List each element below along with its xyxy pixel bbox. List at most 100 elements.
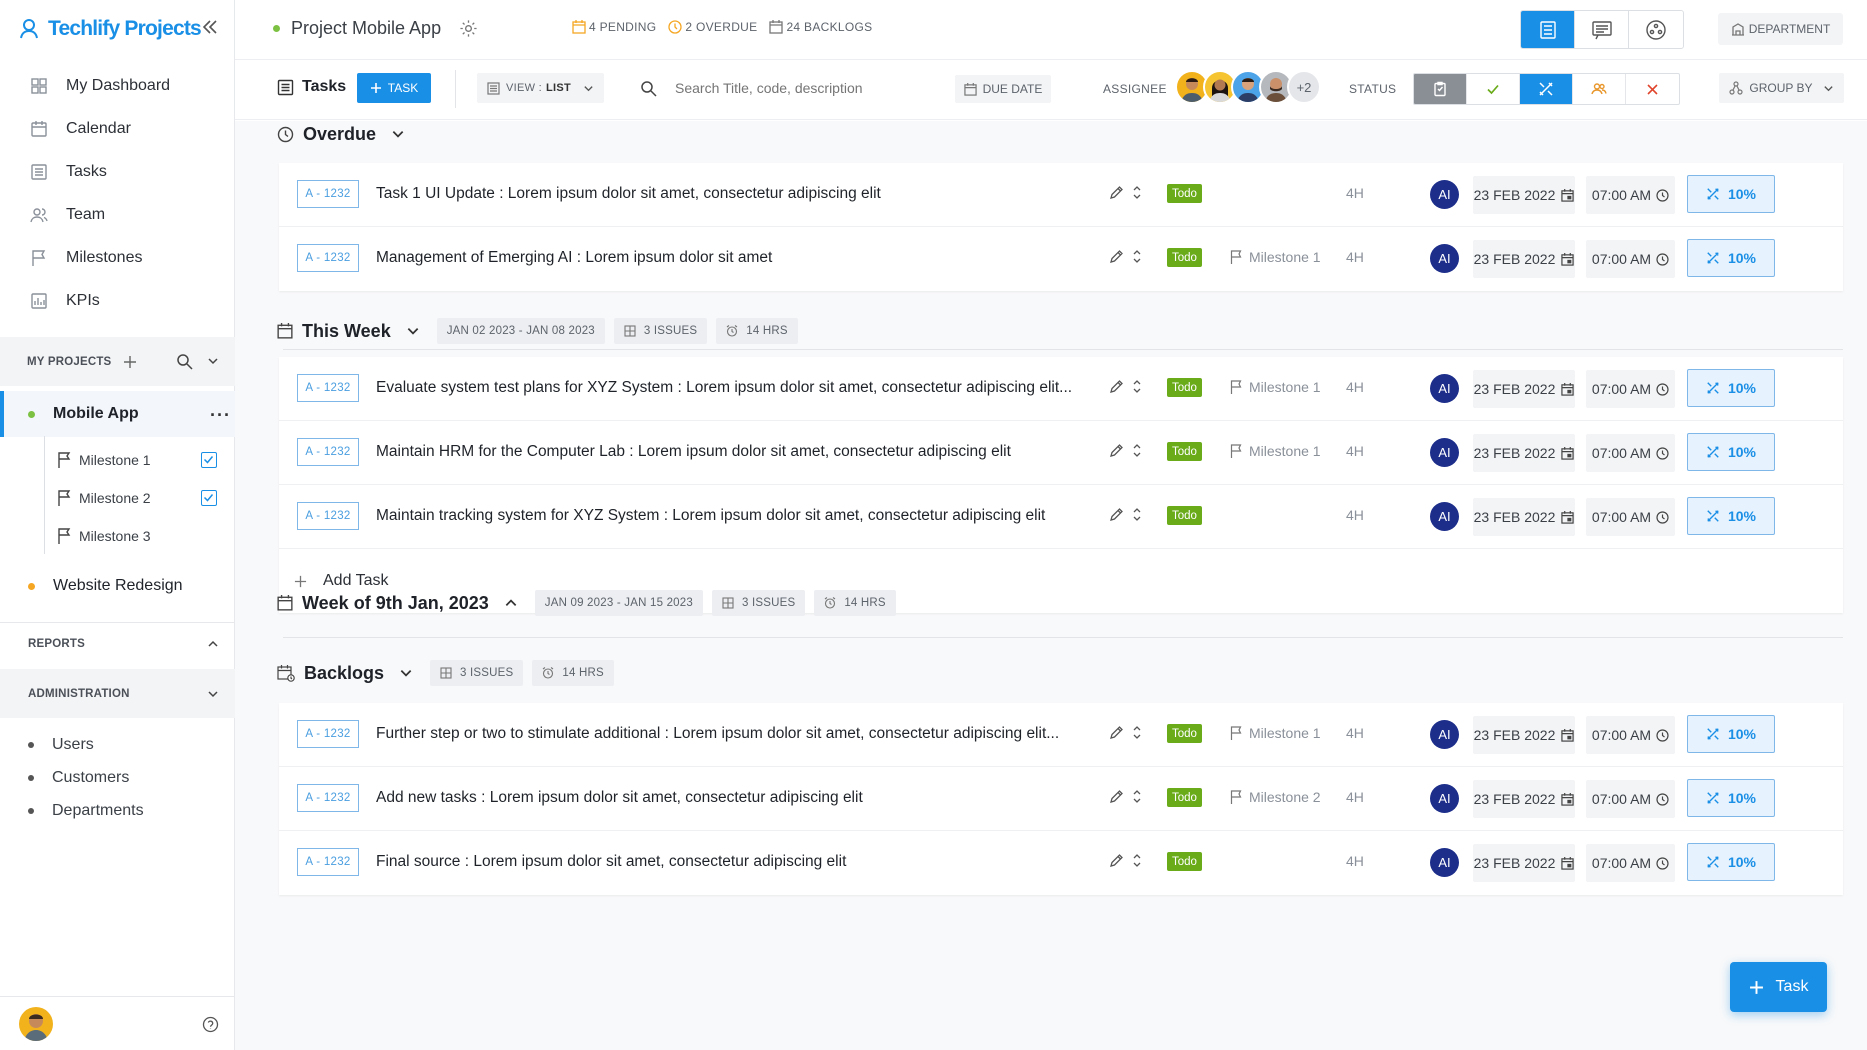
due-time-field[interactable]: 07:00 AM <box>1586 844 1675 882</box>
task-code[interactable]: A - 1232 <box>297 374 359 402</box>
nav-item-dashboard[interactable]: My Dashboard <box>0 64 235 107</box>
sort-arrows-icon[interactable] <box>1132 379 1142 394</box>
task-title[interactable]: Task 1 UI Update : Lorem ipsum dolor sit… <box>376 185 1076 203</box>
due-time-field[interactable]: 07:00 AM <box>1586 176 1675 214</box>
user-avatar[interactable] <box>19 1007 53 1041</box>
reports-header[interactable]: REPORTS <box>0 622 235 664</box>
status-filter-review[interactable] <box>1573 74 1626 104</box>
project-mobile-app[interactable]: Mobile App ··· <box>0 391 235 437</box>
pencil-icon[interactable] <box>1109 249 1124 264</box>
progress-button[interactable]: 10% <box>1687 239 1775 277</box>
gear-icon[interactable] <box>459 19 478 38</box>
task-row[interactable]: A - 1232 Evaluate system test plans for … <box>279 357 1843 421</box>
admin-item-customers[interactable]: Customers <box>28 761 129 794</box>
due-date-field[interactable]: 23 FEB 2022 <box>1473 240 1575 278</box>
more-options-icon[interactable]: ··· <box>210 405 231 426</box>
assignee-initials-avatar[interactable]: AI <box>1430 438 1459 467</box>
group-header-overdue[interactable]: Overdue <box>277 123 405 145</box>
nav-item-tasks[interactable]: Tasks <box>0 150 235 193</box>
task-title[interactable]: Final source : Lorem ipsum dolor sit ame… <box>376 853 1076 871</box>
backlogs-count[interactable]: 24 BACKLOGS <box>769 20 872 34</box>
assignee-initials-avatar[interactable]: AI <box>1430 784 1459 813</box>
pencil-icon[interactable] <box>1109 379 1124 394</box>
progress-button[interactable]: 10% <box>1687 497 1775 535</box>
add-project-icon[interactable] <box>123 355 137 369</box>
network-view-button[interactable] <box>1629 11 1683 48</box>
due-time-field[interactable]: 07:00 AM <box>1586 434 1675 472</box>
task-row[interactable]: A - 1232 Add new tasks : Lorem ipsum dol… <box>279 767 1843 831</box>
task-code[interactable]: A - 1232 <box>297 502 359 530</box>
sort-arrows-icon[interactable] <box>1132 725 1142 740</box>
admin-item-users[interactable]: Users <box>28 728 94 761</box>
nav-item-calendar[interactable]: Calendar <box>0 107 235 150</box>
pending-count[interactable]: 4 PENDING <box>572 20 656 34</box>
status-filter-clipboard[interactable] <box>1414 74 1467 104</box>
milestone-item[interactable]: Milestone 2 <box>57 482 227 514</box>
project-website-redesign[interactable]: Website Redesign <box>0 563 235 609</box>
status-badge[interactable]: Todo <box>1167 378 1202 397</box>
task-title[interactable]: Management of Emerging AI : Lorem ipsum … <box>376 249 1076 267</box>
status-filter-in-progress[interactable] <box>1520 74 1573 104</box>
status-badge[interactable]: Todo <box>1167 248 1202 267</box>
due-date-field[interactable]: 23 FEB 2022 <box>1473 176 1575 214</box>
task-title[interactable]: Further step or two to stimulate additio… <box>376 725 1076 743</box>
view-dropdown[interactable]: VIEW : LIST <box>477 73 605 103</box>
assignee-initials-avatar[interactable]: AI <box>1430 848 1459 877</box>
task-title[interactable]: Maintain HRM for the Computer Lab : Lore… <box>376 443 1076 461</box>
status-badge[interactable]: Todo <box>1167 184 1202 203</box>
help-icon[interactable] <box>202 1016 219 1033</box>
collapse-sidebar-icon[interactable] <box>200 17 222 39</box>
task-row[interactable]: A - 1232 Further step or two to stimulat… <box>279 703 1843 767</box>
status-badge[interactable]: Todo <box>1167 788 1202 807</box>
task-row[interactable]: A - 1232 Management of Emerging AI : Lor… <box>279 227 1843 291</box>
assignee-initials-avatar[interactable]: AI <box>1430 374 1459 403</box>
sort-arrows-icon[interactable] <box>1132 249 1142 264</box>
pencil-icon[interactable] <box>1109 725 1124 740</box>
progress-button[interactable]: 10% <box>1687 433 1775 471</box>
assignee-initials-avatar[interactable]: AI <box>1430 720 1459 749</box>
status-filter-done[interactable] <box>1467 74 1520 104</box>
sort-arrows-icon[interactable] <box>1132 789 1142 804</box>
search-input[interactable] <box>675 80 915 96</box>
add-task-button[interactable]: TASK <box>357 73 431 103</box>
pencil-icon[interactable] <box>1109 853 1124 868</box>
board-view-button[interactable] <box>1575 11 1629 48</box>
chevron-up-icon[interactable] <box>207 638 219 650</box>
status-badge[interactable]: Todo <box>1167 852 1202 871</box>
milestone-item[interactable]: Milestone 3 <box>57 520 227 552</box>
nav-item-team[interactable]: Team <box>0 193 235 236</box>
task-title[interactable]: Add new tasks : Lorem ipsum dolor sit am… <box>376 789 1076 807</box>
task-title[interactable]: Evaluate system test plans for XYZ Syste… <box>376 379 1076 397</box>
group-by-dropdown[interactable]: GROUP BY <box>1719 73 1844 103</box>
assignee-initials-avatar[interactable]: AI <box>1430 244 1459 273</box>
task-row[interactable]: A - 1232 Maintain HRM for the Computer L… <box>279 421 1843 485</box>
task-row[interactable]: A - 1232 Final source : Lorem ipsum dolo… <box>279 831 1843 895</box>
chevron-down-icon[interactable] <box>207 355 219 367</box>
sort-arrows-icon[interactable] <box>1132 443 1142 458</box>
task-code[interactable]: A - 1232 <box>297 720 359 748</box>
assignee-initials-avatar[interactable]: AI <box>1430 180 1459 209</box>
status-badge[interactable]: Todo <box>1167 724 1202 743</box>
nav-item-milestones[interactable]: Milestones <box>0 236 235 279</box>
group-header-this-week[interactable]: This Week JAN 02 2023 - JAN 08 2023 3 IS… <box>277 317 798 345</box>
chevron-down-icon[interactable] <box>207 688 219 700</box>
progress-button[interactable]: 10% <box>1687 779 1775 817</box>
task-row[interactable]: A - 1232 Task 1 UI Update : Lorem ipsum … <box>279 163 1843 227</box>
administration-header[interactable]: ADMINISTRATION <box>0 669 235 718</box>
due-date-field[interactable]: 23 FEB 2022 <box>1473 716 1575 754</box>
task-code[interactable]: A - 1232 <box>297 438 359 466</box>
progress-button[interactable]: 10% <box>1687 843 1775 881</box>
pencil-icon[interactable] <box>1109 443 1124 458</box>
due-time-field[interactable]: 07:00 AM <box>1586 240 1675 278</box>
task-row[interactable]: A - 1232 Maintain tracking system for XY… <box>279 485 1843 549</box>
list-view-button[interactable] <box>1521 11 1575 48</box>
assignee-initials-avatar[interactable]: AI <box>1430 502 1459 531</box>
due-date-field[interactable]: 23 FEB 2022 <box>1473 780 1575 818</box>
status-badge[interactable]: Todo <box>1167 506 1202 525</box>
task-code[interactable]: A - 1232 <box>297 244 359 272</box>
task-code[interactable]: A - 1232 <box>297 180 359 208</box>
due-time-field[interactable]: 07:00 AM <box>1586 498 1675 536</box>
due-date-field[interactable]: 23 FEB 2022 <box>1473 434 1575 472</box>
department-button[interactable]: DEPARTMENT <box>1718 13 1843 45</box>
search-projects-icon[interactable] <box>176 353 193 370</box>
